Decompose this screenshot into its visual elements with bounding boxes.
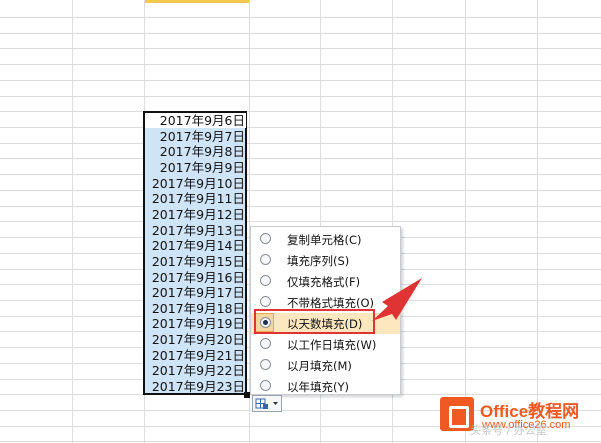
row-gridline	[0, 174, 601, 175]
autofill-option[interactable]: 以工作日填充(W)	[251, 334, 400, 355]
autofill-option[interactable]: 以年填充(Y)	[251, 376, 400, 397]
date-cell[interactable]: 2017年9月13日	[145, 223, 246, 238]
date-cell[interactable]: 2017年9月14日	[145, 238, 246, 253]
date-cell[interactable]: 2017年9月22日	[145, 363, 246, 378]
radio-icon	[260, 359, 271, 370]
row-gridline	[0, 96, 601, 97]
highlight-annotation-box	[254, 309, 375, 334]
row-gridline	[0, 64, 601, 65]
row-gridline	[0, 48, 601, 49]
autofill-options-button[interactable]	[252, 395, 282, 412]
row-gridline	[0, 143, 601, 144]
autofill-option-label: 以月填充(M)	[287, 359, 352, 373]
date-cell[interactable]: 2017年9月21日	[145, 348, 246, 363]
autofill-icon	[255, 398, 278, 409]
date-cell[interactable]: 2017年9月23日	[145, 379, 246, 394]
date-cell[interactable]: 2017年9月17日	[145, 285, 246, 300]
date-cell[interactable]: 2017年9月11日	[145, 191, 246, 206]
watermark-text: 头条号 / 办公室	[470, 424, 547, 437]
radio-icon	[260, 296, 271, 307]
date-cell[interactable]: 2017年9月7日	[145, 129, 246, 144]
row-gridline	[0, 80, 601, 81]
autofill-option-label: 复制单元格(C)	[287, 233, 362, 247]
row-gridline	[0, 111, 601, 112]
radio-icon	[260, 380, 271, 391]
column-selection-indicator	[144, 0, 249, 3]
date-cell[interactable]: 2017年9月12日	[145, 207, 246, 222]
radio-icon	[260, 233, 271, 244]
autofill-option[interactable]: 以月填充(M)	[251, 355, 400, 376]
row-gridline	[0, 206, 601, 207]
date-cell[interactable]: 2017年9月10日	[145, 176, 246, 191]
date-cell[interactable]: 2017年9月8日	[145, 144, 246, 159]
date-cell[interactable]: 2017年9月16日	[145, 270, 246, 285]
autofill-option-label: 填充序列(S)	[287, 254, 350, 268]
row-gridline	[0, 33, 601, 34]
row-gridline	[0, 221, 601, 222]
row-gridline	[0, 17, 601, 18]
red-arrow-annotation	[372, 278, 422, 321]
date-cell[interactable]: 2017年9月19日	[145, 316, 246, 331]
date-cell[interactable]: 2017年9月6日	[145, 113, 246, 128]
date-cell[interactable]: 2017年9月9日	[145, 160, 246, 175]
autofill-option[interactable]: 复制单元格(C)	[251, 229, 400, 250]
row-gridline	[0, 441, 601, 442]
date-cell[interactable]: 2017年9月18日	[145, 301, 246, 316]
date-cell[interactable]: 2017年9月20日	[145, 332, 246, 347]
row-gridline	[0, 127, 601, 128]
autofill-option-label: 仅填充格式(F)	[287, 275, 361, 289]
office-logo-icon	[440, 397, 474, 431]
autofill-option[interactable]: 填充序列(S)	[251, 250, 400, 271]
date-cell[interactable]: 2017年9月15日	[145, 254, 246, 269]
radio-icon	[260, 275, 271, 286]
radio-icon	[260, 254, 271, 265]
radio-icon	[260, 338, 271, 349]
autofill-option-label: 以工作日填充(W)	[287, 338, 377, 352]
row-gridline	[0, 190, 601, 191]
row-gridline	[0, 158, 601, 159]
autofill-option-label: 以年填充(Y)	[287, 380, 349, 394]
